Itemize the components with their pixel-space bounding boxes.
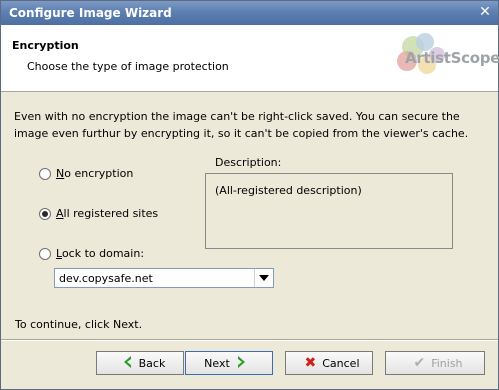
- wizard-header: Encryption Choose the type of image prot…: [1, 25, 499, 92]
- wizard-window: Configure Image Wizard ✕ Encryption Choo…: [0, 0, 499, 390]
- domain-value: dev.copysafe.net: [59, 272, 153, 285]
- radio-button[interactable]: [39, 207, 51, 220]
- radio-label: No encryption: [56, 167, 134, 180]
- domain-combobox[interactable]: dev.copysafe.net: [54, 268, 274, 288]
- red-x-icon: ✖: [304, 355, 317, 371]
- green-right-arrow-icon: [236, 355, 248, 372]
- intro-text: Even with no encryption the image can't …: [14, 110, 469, 140]
- radio-no-encryption[interactable]: No encryption: [39, 167, 133, 180]
- back-button[interactable]: Back: [96, 351, 184, 375]
- window-title: Configure Image Wizard: [9, 6, 172, 20]
- title-bar: Configure Image Wizard ✕: [1, 1, 498, 25]
- cancel-label: Cancel: [322, 356, 360, 370]
- description-box: (All-registered description): [205, 173, 453, 249]
- back-label: Back: [138, 356, 166, 370]
- close-icon[interactable]: ✕: [478, 5, 492, 19]
- chevron-down-icon[interactable]: [254, 269, 273, 287]
- finish-button[interactable]: ✔ Finish: [385, 351, 485, 375]
- radio-button[interactable]: [39, 247, 51, 260]
- radio-label: All registered sites: [56, 207, 159, 220]
- radio-button[interactable]: [39, 167, 51, 180]
- radio-lock-to-domain[interactable]: Lock to domain:: [39, 247, 144, 260]
- description-label: Description:: [215, 156, 282, 169]
- artistscope-logo: ArtistScope: [391, 29, 499, 85]
- next-button[interactable]: Next: [185, 351, 273, 375]
- logo-text: ArtistScope: [405, 49, 499, 67]
- divider: [1, 339, 498, 341]
- step-title: Encryption: [12, 39, 79, 52]
- step-subtitle: Choose the type of image protection: [27, 60, 229, 73]
- description-text: (All-registered description): [215, 184, 362, 197]
- radio-all-registered[interactable]: All registered sites: [39, 207, 158, 220]
- cancel-button[interactable]: ✖ Cancel: [285, 351, 373, 375]
- radio-label: Lock to domain:: [56, 247, 145, 260]
- next-label: Next: [204, 356, 230, 370]
- finish-label: Finish: [431, 356, 463, 370]
- check-icon: ✔: [413, 355, 426, 371]
- continue-hint: To continue, click Next.: [15, 318, 143, 331]
- green-left-arrow-icon: [121, 355, 133, 372]
